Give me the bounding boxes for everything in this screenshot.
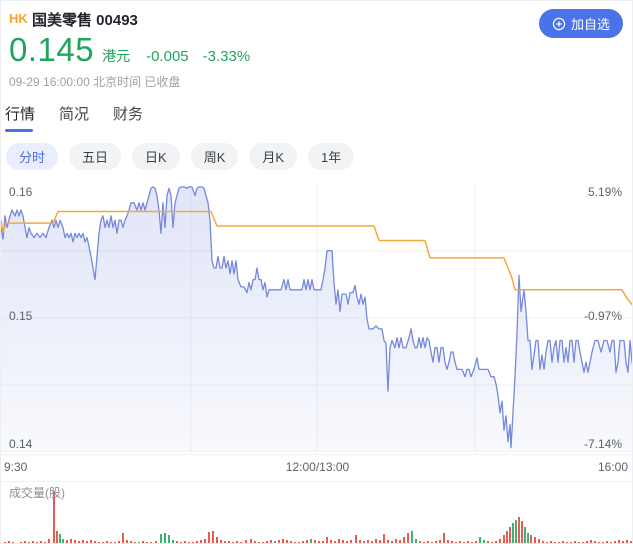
period-weekly-k[interactable]: 周K <box>190 143 239 170</box>
volume-chart-canvas[interactable] <box>1 485 632 543</box>
add-watchlist-button[interactable]: 加自选 <box>538 9 623 38</box>
pct-axis-label-low: -7.14% <box>583 437 622 451</box>
y-axis-label-mid: 0.15 <box>9 309 33 323</box>
pct-axis-label-high: 5.19% <box>587 185 622 199</box>
last-price: 0.145 <box>9 31 95 68</box>
price-change-percent: -3.33% <box>202 48 251 65</box>
x-axis-label-close: 16:00 <box>597 460 628 474</box>
x-axis-label-noon: 12:00/13:00 <box>285 460 350 474</box>
period-5day[interactable]: 五日 <box>69 143 122 170</box>
period-1year[interactable]: 1年 <box>308 143 355 170</box>
stock-quote-card: HK 国美零售 00493 加自选 0.145 港元 -0.005 -3.33%… <box>0 0 633 544</box>
currency-label: 港元 <box>102 48 131 64</box>
tab-quotes[interactable]: 行情 <box>5 103 35 132</box>
price-chart-canvas[interactable] <box>1 184 632 452</box>
volume-label: 成交量(股) <box>9 486 65 500</box>
pct-axis-label-mid: -0.97% <box>583 309 622 323</box>
period-monthly-k[interactable]: 月K <box>249 143 298 170</box>
y-axis-label-high: 0.16 <box>9 185 33 199</box>
market-tag: HK <box>9 11 28 26</box>
price-row: 0.145 港元 -0.005 -3.33% <box>9 31 250 69</box>
stock-title: 国美零售 00493 <box>32 12 138 29</box>
quote-status-line: 09-29 16:00:00 北京时间 已收盘 <box>9 75 181 89</box>
period-intraday[interactable]: 分时 <box>6 143 59 170</box>
tab-profile[interactable]: 简况 <box>59 103 89 132</box>
plus-circle-icon <box>552 17 566 31</box>
price-change: -0.005 <box>146 48 189 65</box>
main-tabs: 行情 简况 财务 <box>5 103 143 132</box>
period-tabs: 分时 五日 日K 周K 月K 1年 <box>6 143 355 170</box>
tab-financials[interactable]: 财务 <box>113 103 143 132</box>
volume-divider <box>1 481 632 482</box>
chart-divider <box>1 454 632 455</box>
period-daily-k[interactable]: 日K <box>132 143 180 170</box>
add-watchlist-label: 加自选 <box>570 17 610 32</box>
y-axis-label-low: 0.14 <box>9 437 33 451</box>
